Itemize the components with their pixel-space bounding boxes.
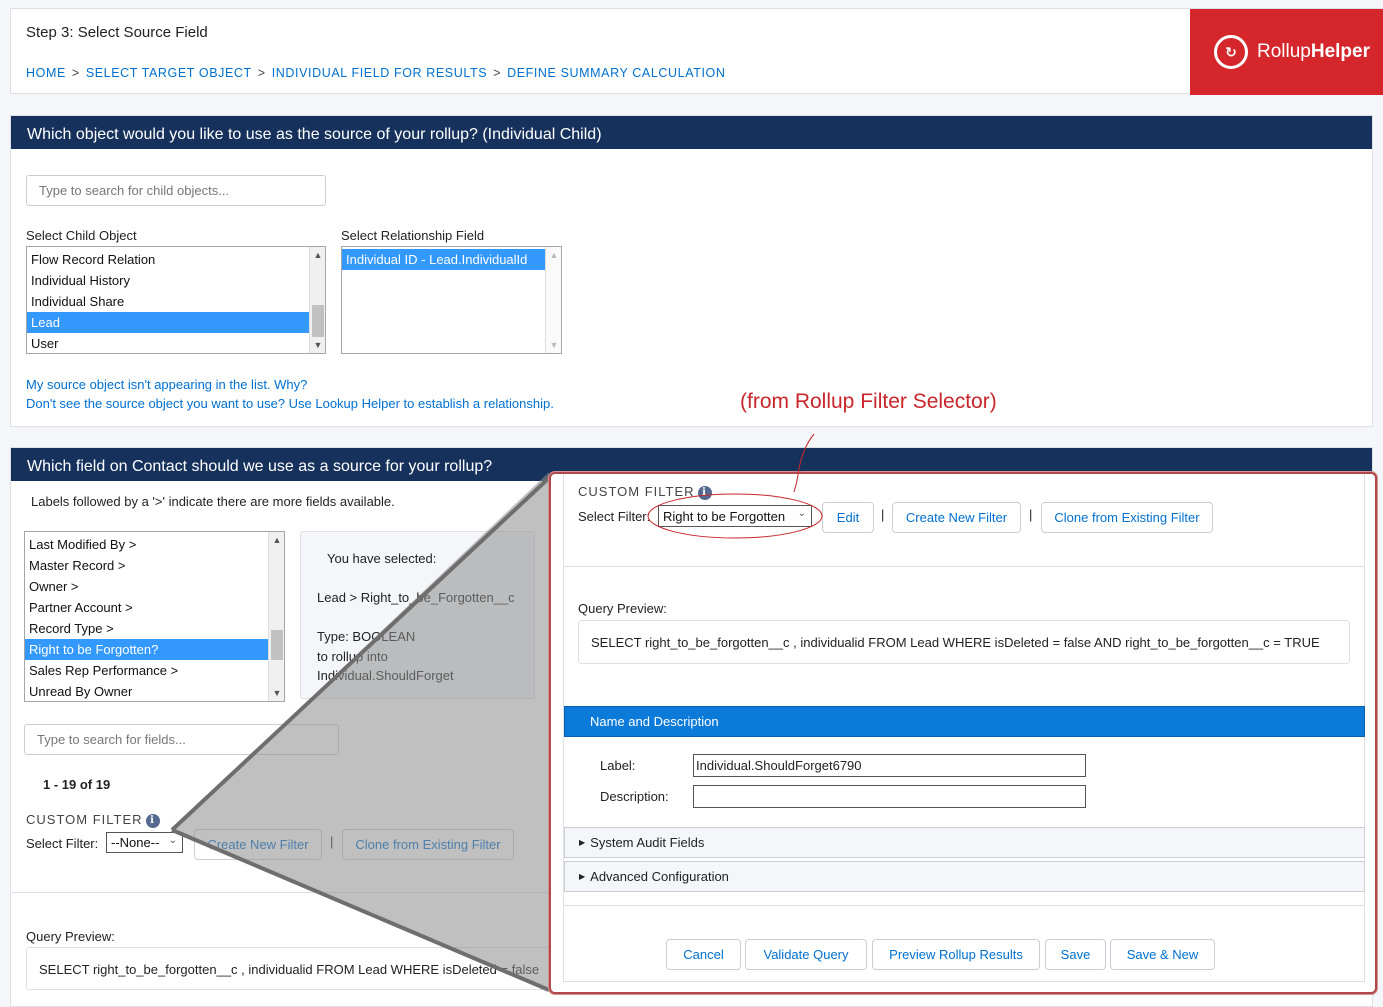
logo-text-light: Rollup: [1256, 41, 1311, 62]
create-new-filter-button[interactable]: Create New Filter: [892, 502, 1021, 533]
preview-rollup-results-button[interactable]: Preview Rollup Results: [872, 939, 1040, 970]
advanced-configuration-toggle[interactable]: ▶ Advanced Configuration: [564, 861, 1365, 892]
list-item[interactable]: Master Record >: [25, 555, 284, 576]
source-object-section: Which object would you like to use as th…: [10, 115, 1373, 427]
info-icon[interactable]: i: [145, 814, 160, 828]
divider: |: [330, 834, 334, 849]
selection-summary: You have selected: Lead > Right_to_be_Fo…: [300, 531, 535, 699]
list-item[interactable]: Record Type >: [25, 618, 284, 639]
label-field-label: Label:: [600, 758, 636, 773]
fields-hint: Labels followed by a '>' indicate there …: [31, 494, 395, 509]
list-item-selected[interactable]: Individual ID - Lead.IndividualId: [342, 249, 545, 270]
description-field-label: Description:: [600, 789, 669, 804]
lookup-helper-link[interactable]: Don't see the source object you want to …: [26, 396, 554, 411]
annotation-circle: [647, 493, 823, 539]
scroll-thumb[interactable]: [312, 305, 324, 337]
caret-right-icon: ▶: [579, 872, 586, 881]
relationship-field-label: Select Relationship Field: [341, 228, 485, 243]
page-header: Step 3: Select Source Field HOME > SELECT …: [10, 8, 1383, 95]
scroll-down-icon: ▼: [549, 340, 559, 350]
scroll-down-icon[interactable]: ▼: [310, 337, 325, 353]
list-item[interactable]: Unread By Owner: [25, 681, 284, 701]
selection-path: Lead > Right_to_be_Forgotten__c: [317, 590, 515, 605]
breadcrumb-define-summary[interactable]: DEFINE SUMMARY CALCULATION: [507, 66, 725, 80]
scroll-up-icon[interactable]: ▲: [269, 532, 284, 548]
clone-existing-filter-button[interactable]: Clone from Existing Filter: [342, 829, 514, 860]
list-item[interactable]: Owner >: [25, 576, 284, 597]
scroll-up-icon[interactable]: ▲: [310, 247, 325, 263]
logo-text-bold: Helper: [1310, 41, 1370, 62]
query-preview-label: Query Preview:: [26, 929, 115, 944]
relationship-field-listbox[interactable]: Individual ID - Lead.IndividualId ▲ ▼: [341, 246, 562, 354]
scrollbar[interactable]: ▲ ▼: [268, 532, 284, 701]
breadcrumb-separator: >: [257, 66, 266, 80]
caret-right-icon: ▶: [579, 838, 586, 847]
annotation-pointer: [793, 433, 815, 493]
child-object-listbox[interactable]: Flow Record Relation Individual History …: [26, 246, 326, 354]
divider: [564, 905, 1364, 906]
breadcrumb-separator: >: [71, 66, 80, 80]
selection-into-label: to rollup into: [317, 649, 388, 664]
scroll-thumb[interactable]: [271, 630, 283, 660]
filter-select-value: --None--: [111, 835, 160, 850]
query-preview: SELECT right_to_be_forgotten__c , indivi…: [26, 947, 586, 990]
divider: |: [881, 507, 885, 522]
cancel-button[interactable]: Cancel: [666, 939, 741, 970]
filter-select[interactable]: --None-- ⌄: [106, 832, 183, 853]
chevron-down-icon: ⌄: [168, 835, 177, 846]
filter-detail-panel: CUSTOM FILTER i Select Filter: Right to b…: [563, 474, 1365, 982]
breadcrumb: HOME > SELECT TARGET OBJECT > INDIVIDUAL FIE…: [26, 66, 725, 80]
selection-target-field: Individual.ShouldForget: [317, 668, 454, 683]
child-object-search-input[interactable]: Type to search for child objects...: [26, 175, 326, 206]
system-audit-fields-toggle[interactable]: ▶ System Audit Fields: [564, 827, 1365, 858]
validate-query-button[interactable]: Validate Query: [745, 939, 867, 970]
system-audit-fields-label: System Audit Fields: [590, 835, 705, 850]
list-item[interactable]: Last Modified By >: [25, 534, 284, 555]
list-item[interactable]: Flow Record Relation: [27, 249, 325, 270]
list-item-selected[interactable]: Lead: [27, 312, 309, 333]
query-preview: SELECT right_to_be_forgotten__c , indivi…: [578, 620, 1350, 664]
rolluphelper-logo: ↻ Rollup Helper: [1190, 9, 1383, 95]
scrollbar[interactable]: ▲ ▼: [545, 247, 561, 353]
list-item[interactable]: Sales Rep Performance >: [25, 660, 284, 681]
create-new-filter-button[interactable]: Create New Filter: [194, 829, 322, 860]
annotation-label: (from Rollup Filter Selector): [740, 390, 997, 413]
annotation-marker: [647, 433, 823, 539]
child-object-label: Select Child Object: [26, 228, 137, 243]
scroll-up-icon: ▲: [549, 250, 559, 260]
query-preview-label: Query Preview:: [578, 601, 667, 616]
label-input[interactable]: Individual.ShouldForget6790: [693, 754, 1086, 777]
select-filter-label: Select Filter:: [26, 836, 99, 851]
list-item[interactable]: Individual History: [27, 270, 325, 291]
list-item[interactable]: Individual Share: [27, 291, 325, 312]
breadcrumb-select-target-object[interactable]: SELECT TARGET OBJECT: [86, 66, 252, 80]
save-button[interactable]: Save: [1045, 939, 1106, 970]
field-listbox[interactable]: Last Modified By > Master Record > Owner…: [24, 531, 285, 702]
pagination-count: 1 - 19 of 19: [43, 777, 111, 792]
clone-existing-filter-button[interactable]: Clone from Existing Filter: [1041, 502, 1213, 533]
divider: [564, 566, 1364, 567]
save-and-new-button[interactable]: Save & New: [1110, 939, 1215, 970]
scroll-down-icon[interactable]: ▼: [269, 685, 284, 701]
scrollbar[interactable]: ▲ ▼: [309, 247, 325, 353]
list-item[interactable]: Partner Account >: [25, 597, 284, 618]
selection-type: Type: BOOLEAN: [317, 629, 416, 644]
section-heading: Which object would you like to use as th…: [11, 116, 1372, 149]
custom-filter-label: CUSTOM FILTER i: [26, 812, 160, 828]
description-input[interactable]: [693, 785, 1086, 808]
page-title: Step 3: Select Source Field: [26, 24, 208, 41]
breadcrumb-separator: >: [493, 66, 502, 80]
list-item-selected[interactable]: Right to be Forgotten?: [25, 639, 268, 660]
selection-summary-title: You have selected:: [327, 551, 437, 566]
breadcrumb-home[interactable]: HOME: [26, 66, 66, 80]
source-object-missing-link[interactable]: My source object isn't appearing in the …: [26, 377, 307, 392]
rolluphelper-logo-icon: ↻: [1213, 35, 1248, 69]
breadcrumb-individual-field[interactable]: INDIVIDUAL FIELD FOR RESULTS: [272, 66, 487, 80]
list-item[interactable]: User: [27, 333, 325, 353]
name-description-header[interactable]: Name and Description: [564, 706, 1365, 737]
field-search-input[interactable]: Type to search for fields...: [24, 724, 339, 755]
filter-detail-popup: CUSTOM FILTER i Select Filter: Right to b…: [549, 472, 1377, 994]
advanced-configuration-label: Advanced Configuration: [590, 869, 729, 884]
divider: |: [1029, 507, 1033, 522]
